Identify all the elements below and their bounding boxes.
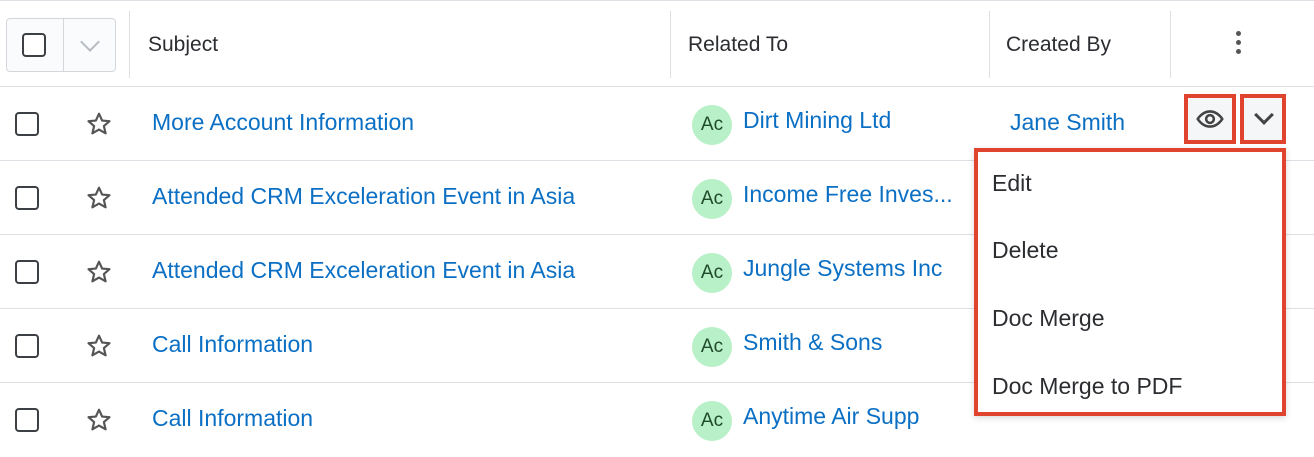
- menu-item-delete[interactable]: Delete: [992, 237, 1058, 264]
- column-header-created-by[interactable]: Created By: [1006, 33, 1111, 57]
- column-divider: [129, 11, 130, 78]
- star-icon[interactable]: [86, 259, 112, 285]
- account-badge: Ac: [692, 401, 732, 441]
- column-header-related-to[interactable]: Related To: [688, 33, 788, 57]
- subject-link[interactable]: Call Information: [152, 405, 313, 432]
- list-view-table: Subject Related To Created By More Accou…: [0, 0, 1314, 441]
- row-checkbox[interactable]: [15, 260, 39, 284]
- account-badge: Ac: [692, 179, 732, 219]
- related-to-link[interactable]: Anytime Air Supp: [743, 403, 919, 430]
- column-divider: [1170, 11, 1171, 78]
- row-checkbox[interactable]: [15, 408, 39, 432]
- chevron-down-icon: [1254, 105, 1274, 125]
- subject-link[interactable]: Attended CRM Exceleration Event in Asia: [152, 183, 575, 210]
- divider: [63, 19, 64, 71]
- account-badge: Ac: [692, 253, 732, 293]
- chevron-down-icon[interactable]: [80, 32, 100, 52]
- account-badge: Ac: [692, 105, 732, 145]
- subject-link[interactable]: Call Information: [152, 331, 313, 358]
- star-icon[interactable]: [86, 407, 112, 433]
- row-checkbox[interactable]: [15, 186, 39, 210]
- related-to-link[interactable]: Smith & Sons: [743, 329, 882, 356]
- star-icon[interactable]: [86, 333, 112, 359]
- mass-select-control[interactable]: [6, 18, 116, 72]
- menu-item-doc-merge-to-pdf[interactable]: Doc Merge to PDF: [992, 373, 1182, 400]
- column-header-subject[interactable]: Subject: [148, 33, 218, 57]
- column-divider: [670, 11, 671, 78]
- preview-button[interactable]: [1184, 94, 1236, 144]
- account-badge: Ac: [692, 327, 732, 367]
- kebab-icon[interactable]: [1236, 31, 1242, 58]
- menu-item-edit[interactable]: Edit: [992, 170, 1032, 197]
- menu-item-doc-merge[interactable]: Doc Merge: [992, 305, 1104, 332]
- subject-link[interactable]: Attended CRM Exceleration Event in Asia: [152, 257, 575, 284]
- table-header: Subject Related To Created By: [0, 0, 1314, 87]
- related-to-link[interactable]: Income Free Inves...: [743, 181, 953, 208]
- row-checkbox[interactable]: [15, 334, 39, 358]
- created-by-link[interactable]: Jane Smith: [1010, 109, 1125, 136]
- row-actions-menu: Edit Delete Doc Merge Doc Merge to PDF: [974, 148, 1286, 416]
- star-icon[interactable]: [86, 185, 112, 211]
- column-divider: [989, 11, 990, 78]
- row-checkbox[interactable]: [15, 112, 39, 136]
- related-to-link[interactable]: Dirt Mining Ltd: [743, 107, 891, 134]
- star-icon[interactable]: [86, 111, 112, 137]
- row-actions-dropdown-button[interactable]: [1240, 94, 1286, 144]
- subject-link[interactable]: More Account Information: [152, 109, 414, 136]
- related-to-link[interactable]: Jungle Systems Inc: [743, 255, 942, 282]
- select-all-checkbox[interactable]: [22, 33, 46, 57]
- eye-icon: [1196, 110, 1224, 128]
